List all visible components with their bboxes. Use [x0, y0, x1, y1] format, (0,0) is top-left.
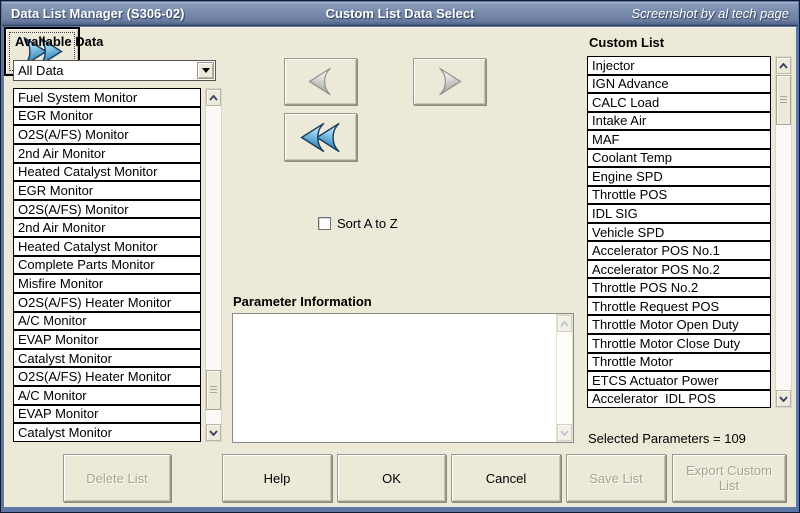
- list-item[interactable]: 2nd Air Monitor: [13, 144, 201, 163]
- delete-list-button[interactable]: Delete List: [63, 454, 171, 502]
- available-data-label: Available Data: [15, 34, 103, 49]
- scrollbar-thumb[interactable]: [776, 75, 791, 125]
- parameter-info-label: Parameter Information: [233, 294, 372, 309]
- scroll-down-icon: [560, 430, 569, 436]
- list-item[interactable]: IGN Advance: [587, 75, 771, 94]
- sort-checkbox-label: Sort A to Z: [337, 216, 398, 231]
- save-list-button[interactable]: Save List: [566, 454, 666, 502]
- move-right-icon: [436, 66, 463, 97]
- list-item[interactable]: CALC Load: [587, 93, 771, 112]
- list-item[interactable]: Coolant Temp: [587, 149, 771, 168]
- list-item[interactable]: Throttle Motor Open Duty: [587, 315, 771, 334]
- data-filter-value: All Data: [18, 63, 64, 78]
- move-all-left-icon: [298, 121, 344, 154]
- scroll-up-icon: [779, 63, 788, 69]
- list-item[interactable]: EGR Monitor: [13, 107, 201, 126]
- list-item[interactable]: MAF: [587, 130, 771, 149]
- list-item[interactable]: A/C Monitor: [13, 386, 201, 405]
- list-item[interactable]: Accelerator POS No.2: [587, 260, 771, 279]
- scroll-up-button[interactable]: [776, 57, 791, 74]
- custom-list-label: Custom List: [589, 35, 664, 50]
- list-item[interactable]: Heated Catalyst Monitor: [13, 163, 201, 182]
- list-item[interactable]: Complete Parts Monitor: [13, 256, 201, 275]
- available-list-scrollbar[interactable]: [205, 88, 222, 442]
- list-item[interactable]: 2nd Air Monitor: [13, 218, 201, 237]
- scrollbar-thumb[interactable]: [206, 370, 221, 410]
- scroll-up-button[interactable]: [206, 89, 221, 106]
- watermark-text: Screenshot by al tech page: [631, 6, 789, 21]
- list-item[interactable]: Accelerator POS No.1: [587, 241, 771, 260]
- move-left-button[interactable]: [284, 58, 357, 105]
- thumb-grip: [780, 96, 787, 104]
- scroll-up-icon: [209, 95, 218, 101]
- parameter-info-text: [233, 314, 556, 442]
- list-item[interactable]: EVAP Monitor: [13, 405, 201, 424]
- list-item[interactable]: Engine SPD: [587, 167, 771, 186]
- list-item[interactable]: O2S(A/FS) Heater Monitor: [13, 293, 201, 312]
- dropdown-arrow-button[interactable]: [197, 62, 214, 79]
- list-item[interactable]: Misfire Monitor: [13, 274, 201, 293]
- parameter-info-scrollbar[interactable]: [556, 314, 573, 442]
- scroll-up-icon: [560, 321, 569, 327]
- custom-list-scrollbar[interactable]: [775, 56, 792, 408]
- list-item[interactable]: Injector: [587, 56, 771, 75]
- data-filter-dropdown[interactable]: All Data: [13, 60, 216, 81]
- list-item[interactable]: Heated Catalyst Monitor: [13, 237, 201, 256]
- list-item[interactable]: Throttle Request POS: [587, 297, 771, 316]
- list-item[interactable]: EGR Monitor: [13, 181, 201, 200]
- custom-list: InjectorIGN AdvanceCALC LoadIntake AirMA…: [587, 56, 792, 408]
- dialog-body: Available Data All Data Fuel System Moni…: [4, 27, 796, 507]
- list-item[interactable]: O2S(A/FS) Monitor: [13, 200, 201, 219]
- thumb-grip: [210, 386, 217, 394]
- scroll-up-button[interactable]: [557, 315, 572, 332]
- list-item[interactable]: IDL SIG: [587, 204, 771, 223]
- custom-list-rows: InjectorIGN AdvanceCALC LoadIntake AirMA…: [587, 56, 771, 408]
- ok-button[interactable]: OK: [337, 454, 446, 502]
- list-item[interactable]: Throttle POS No.2: [587, 278, 771, 297]
- list-item[interactable]: Accelerator IDL POS: [587, 390, 771, 409]
- list-item[interactable]: ETCS Actuator Power: [587, 371, 771, 390]
- sort-checkbox[interactable]: [318, 217, 331, 230]
- parameter-info-box[interactable]: [232, 313, 574, 443]
- list-item[interactable]: Catalyst Monitor: [13, 349, 201, 368]
- help-button[interactable]: Help: [222, 454, 332, 502]
- list-item[interactable]: O2S(A/FS) Heater Monitor: [13, 367, 201, 386]
- sort-option: Sort A to Z: [318, 216, 398, 231]
- move-all-left-button[interactable]: [284, 113, 357, 161]
- scroll-down-icon: [779, 396, 788, 402]
- list-item[interactable]: Intake Air: [587, 112, 771, 131]
- dialog-window: Data List Manager (S306-02) Custom List …: [0, 0, 800, 513]
- list-item[interactable]: Vehicle SPD: [587, 223, 771, 242]
- list-item[interactable]: Catalyst Monitor: [13, 423, 201, 442]
- list-item[interactable]: Fuel System Monitor: [13, 88, 201, 107]
- list-item[interactable]: O2S(A/FS) Monitor: [13, 125, 201, 144]
- scroll-down-button[interactable]: [557, 424, 572, 441]
- available-data-rows: Fuel System MonitorEGR MonitorO2S(A/FS) …: [13, 88, 201, 442]
- dropdown-arrow-icon: [202, 68, 210, 73]
- cancel-button[interactable]: Cancel: [451, 454, 561, 502]
- available-data-list: Fuel System MonitorEGR MonitorO2S(A/FS) …: [13, 88, 222, 442]
- move-right-button[interactable]: [413, 58, 486, 105]
- list-item[interactable]: Throttle Motor: [587, 353, 771, 372]
- list-item[interactable]: Throttle POS: [587, 186, 771, 205]
- scroll-down-button[interactable]: [776, 390, 791, 407]
- list-item[interactable]: EVAP Monitor: [13, 330, 201, 349]
- scroll-down-button[interactable]: [206, 424, 221, 441]
- export-custom-list-button[interactable]: Export Custom List: [672, 454, 786, 502]
- list-item[interactable]: Throttle Motor Close Duty: [587, 334, 771, 353]
- title-bar: Data List Manager (S306-02) Custom List …: [2, 2, 798, 26]
- scroll-down-icon: [209, 430, 218, 436]
- list-item[interactable]: A/C Monitor: [13, 312, 201, 331]
- move-left-icon: [307, 66, 334, 97]
- selected-parameters-count: Selected Parameters = 109: [588, 431, 746, 446]
